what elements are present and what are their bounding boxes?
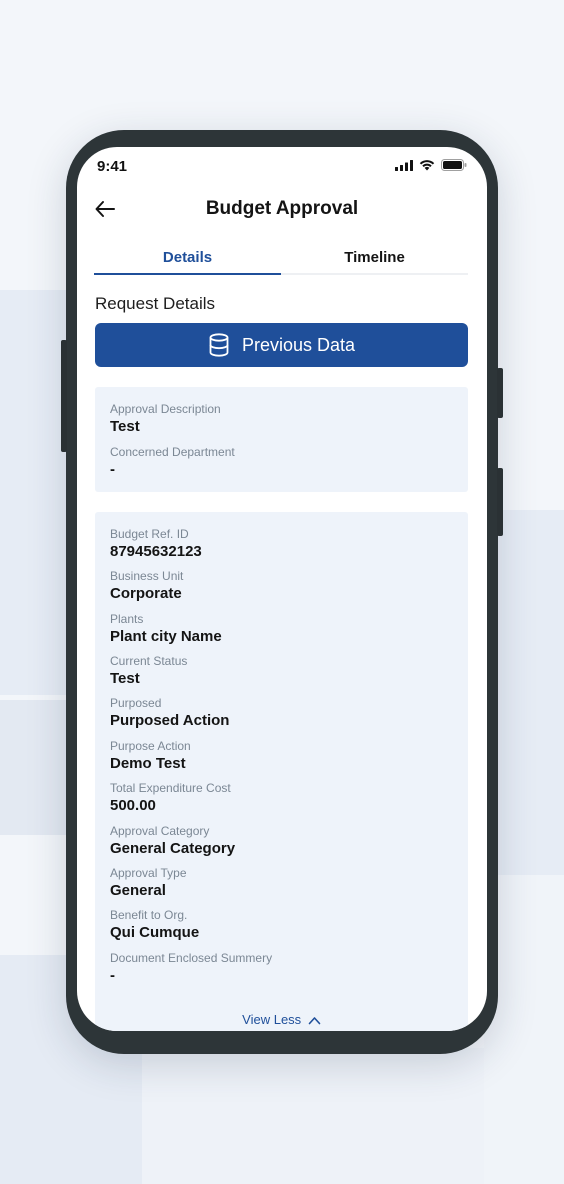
background-panel	[142, 1048, 484, 1184]
field-approval-description: Approval Description Test	[110, 402, 221, 435]
field-value: Purposed Action	[110, 712, 230, 729]
field-concerned-department: Concerned Department -	[110, 445, 235, 478]
phone-side-button	[497, 368, 503, 418]
field-value: Demo Test	[110, 755, 186, 772]
field-value: General	[110, 882, 166, 899]
field-label: Purposed	[110, 696, 162, 710]
field-label: Benefit to Org.	[110, 908, 188, 922]
field-total-expenditure-cost: Total Expenditure Cost 500.00	[110, 781, 231, 814]
status-bar: 9:41	[77, 147, 487, 183]
tab-bar: Details Timeline	[94, 244, 468, 275]
field-label: Business Unit	[110, 569, 184, 583]
field-value: General Category	[110, 840, 236, 857]
field-label: Approval Description	[110, 402, 221, 416]
field-value: Qui Cumque	[110, 924, 200, 941]
view-less-link[interactable]: View Less	[95, 1012, 468, 1027]
signal-icon	[395, 159, 413, 171]
field-label: Plants	[110, 612, 144, 626]
phone-side-button	[497, 468, 503, 536]
section-heading: Request Details	[95, 294, 216, 313]
page-title: Budget Approval	[205, 198, 359, 219]
field-value: Test	[110, 418, 140, 435]
field-value: 87945632123	[110, 543, 202, 560]
field-label: Approval Category	[110, 824, 210, 838]
status-icons	[395, 159, 467, 171]
battery-icon	[441, 159, 467, 171]
app-header: Budget Approval	[77, 189, 487, 229]
previous-data-button[interactable]: Previous Data	[95, 323, 468, 367]
field-budget-ref-id: Budget Ref. ID 87945632123	[110, 527, 202, 560]
field-value: -	[110, 461, 115, 478]
field-value: 500.00	[110, 797, 156, 814]
field-label: Document Enclosed Summery	[110, 951, 273, 965]
field-label: Total Expenditure Cost	[110, 781, 231, 795]
wifi-icon	[419, 160, 435, 171]
previous-data-label: Previous Data	[241, 334, 356, 355]
field-plants: Plants Plant city Name	[110, 612, 222, 645]
status-time: 9:41	[97, 158, 128, 175]
description-card: Approval Description Test Concerned Depa…	[95, 387, 468, 492]
phone-screen: 9:41 Budget Approval Details Timeline Re…	[77, 147, 487, 1031]
tab-details[interactable]: Details	[94, 244, 281, 275]
chevron-up-icon	[308, 1017, 321, 1025]
field-value: Corporate	[110, 585, 182, 602]
field-business-unit: Business Unit Corporate	[110, 569, 183, 602]
field-value: Plant city Name	[110, 628, 222, 645]
field-document-enclosed-summery: Document Enclosed Summery -	[110, 951, 272, 984]
field-label: Current Status	[110, 654, 188, 668]
field-benefit-to-org: Benefit to Org. Qui Cumque	[110, 908, 199, 941]
field-label: Approval Type	[110, 866, 187, 880]
field-purpose-action: Purpose Action Demo Test	[110, 739, 191, 772]
database-icon	[209, 333, 229, 357]
field-current-status: Current Status Test	[110, 654, 187, 687]
field-label: Concerned Department	[110, 445, 235, 459]
field-value: Test	[110, 670, 140, 687]
background-panel	[0, 290, 70, 695]
view-less-label: View Less	[242, 1012, 302, 1027]
tab-timeline[interactable]: Timeline	[281, 244, 468, 273]
field-label: Budget Ref. ID	[110, 527, 189, 541]
phone-side-button	[61, 340, 67, 452]
field-approval-type: Approval Type General	[110, 866, 187, 899]
background-panel	[494, 510, 564, 875]
field-purposed: Purposed Purposed Action	[110, 696, 229, 729]
budget-details-card: Budget Ref. ID 87945632123 Business Unit…	[95, 512, 468, 1031]
background-panel	[0, 700, 70, 835]
field-approval-category: Approval Category General Category	[110, 824, 235, 857]
phone-frame: 9:41 Budget Approval Details Timeline Re…	[61, 130, 503, 1054]
field-value: -	[110, 967, 115, 984]
field-label: Purpose Action	[110, 739, 191, 753]
